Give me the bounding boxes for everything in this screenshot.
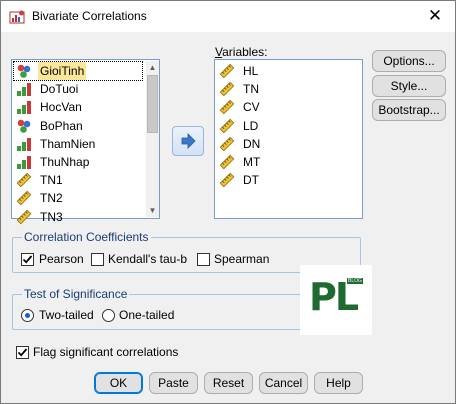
- one-tailed-label[interactable]: One-tailed: [119, 308, 174, 322]
- source-list-scrollbar[interactable]: ▲ ▼: [146, 61, 159, 217]
- variables-list-item-label: MT: [243, 155, 261, 169]
- checkmark-icon: [22, 255, 33, 264]
- two-tailed-label[interactable]: Two-tailed: [39, 308, 94, 322]
- nominal-icon: [16, 118, 32, 134]
- scale-icon: [219, 81, 235, 97]
- options-button[interactable]: Options...: [372, 50, 446, 72]
- move-to-variables-button[interactable]: [172, 126, 204, 156]
- source-list-item-label: HocVan: [40, 100, 82, 115]
- source-list-item-label: DoTuoi: [40, 82, 79, 97]
- dialog-window: Bivariate Correlations ✕ GioiTinh DoTuoi H…: [0, 0, 456, 404]
- variables-list-item-label: LD: [243, 118, 259, 133]
- test-of-significance-title: Test of Significance: [22, 287, 130, 301]
- variables-list[interactable]: HL TN CV LD DN MT DT: [214, 59, 363, 219]
- ordinal-icon: [16, 154, 32, 170]
- source-list-item[interactable]: GioiTinh: [13, 61, 143, 81]
- close-button[interactable]: ✕: [415, 1, 455, 32]
- kendall-label[interactable]: Kendall's tau-b: [108, 252, 187, 266]
- bootstrap-button[interactable]: Bootstrap...: [372, 99, 446, 121]
- ordinal-icon: [16, 81, 32, 97]
- pearson-label[interactable]: Pearson: [39, 252, 84, 266]
- flag-significant-checkbox[interactable]: [16, 346, 29, 359]
- arrow-right-icon: [181, 133, 196, 149]
- variables-list-item-label: DT: [243, 173, 259, 188]
- correlation-coefficients-title: Correlation Coefficients: [22, 230, 151, 244]
- spss-app-icon: [9, 10, 25, 24]
- scroll-up-icon[interactable]: ▲: [146, 61, 159, 74]
- source-list-item-label: GioiTinh: [38, 62, 87, 80]
- variables-list-item-label: HL: [243, 64, 259, 78]
- scale-icon: [219, 172, 235, 188]
- scale-icon: [219, 99, 235, 115]
- title-bar: Bivariate Correlations ✕: [1, 1, 455, 32]
- checkmark-icon: [17, 348, 28, 357]
- variables-list-item-label: DN: [243, 136, 261, 151]
- scroll-thumb[interactable]: [147, 75, 158, 133]
- scale-icon: [219, 63, 235, 79]
- reset-button[interactable]: Reset: [204, 372, 253, 394]
- source-list-item-label: BoPhan: [40, 118, 83, 133]
- help-button[interactable]: Help: [314, 372, 363, 394]
- scroll-down-icon[interactable]: ▼: [146, 204, 159, 217]
- style-button[interactable]: Style...: [372, 75, 446, 97]
- variables-label: Variables:: [215, 45, 268, 59]
- source-list-item-label: ThamNien: [40, 136, 96, 151]
- cancel-button[interactable]: Cancel: [259, 372, 308, 394]
- source-variable-list[interactable]: GioiTinh DoTuoi HocVan BoPhan ThamNien ThuNha…: [11, 59, 160, 224]
- scale-icon: [219, 154, 235, 170]
- window-title: Bivariate Correlations: [32, 9, 147, 23]
- pl-blog-logo: PL BLOG: [300, 265, 372, 335]
- scale-icon: [16, 172, 32, 188]
- source-list-item-label: TN3: [40, 209, 63, 224]
- flag-significant-label[interactable]: Flag significant correlations: [33, 345, 178, 359]
- source-list-item-label: TN1: [40, 173, 63, 188]
- source-list-item-label: ThuNhap: [40, 155, 90, 169]
- spearman-checkbox[interactable]: [197, 253, 210, 266]
- spearman-label[interactable]: Spearman: [214, 252, 269, 266]
- logo-tag: BLOG: [347, 278, 363, 284]
- ordinal-icon: [16, 99, 32, 115]
- one-tailed-radio[interactable]: [102, 309, 115, 322]
- kendall-checkbox[interactable]: [91, 253, 104, 266]
- scale-icon: [16, 190, 32, 206]
- variables-list-item-label: TN: [243, 82, 259, 97]
- nominal-icon: [16, 63, 32, 79]
- two-tailed-radio[interactable]: [21, 309, 34, 322]
- close-icon: ✕: [427, 6, 443, 25]
- ordinal-icon: [16, 136, 32, 152]
- source-list-item-label: TN2: [40, 191, 63, 206]
- variables-list-item-label: CV: [243, 100, 260, 115]
- pearson-checkbox[interactable]: [21, 253, 34, 266]
- scale-icon: [219, 136, 235, 152]
- paste-button[interactable]: Paste: [149, 372, 198, 394]
- ok-button[interactable]: OK: [94, 372, 143, 394]
- scale-icon: [219, 118, 235, 134]
- scale-icon: [16, 209, 32, 225]
